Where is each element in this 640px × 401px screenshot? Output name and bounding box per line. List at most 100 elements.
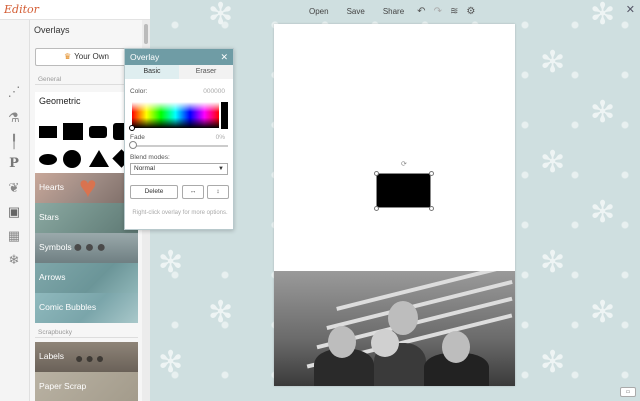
photo-person	[328, 326, 356, 358]
section-label-general: General	[38, 76, 62, 83]
open-button[interactable]: Open	[300, 5, 338, 18]
color-label: Color:	[130, 88, 148, 95]
snowflake-decoration: ✻	[590, 96, 616, 129]
fade-slider[interactable]	[132, 145, 228, 147]
layers-icon[interactable]: ≋	[446, 6, 462, 17]
fade-value: 0%	[215, 134, 225, 141]
your-own-button[interactable]: ♛ Your Own	[35, 48, 138, 66]
heart-icon: ♥	[79, 173, 97, 203]
color-spectrum-highlight	[132, 102, 219, 112]
frame-icon[interactable]: ▣	[6, 204, 22, 220]
category-paper-scrap[interactable]: Paper Scrap	[35, 372, 138, 401]
tab-eraser[interactable]: Eraser	[179, 65, 233, 79]
photo-person	[388, 301, 418, 335]
snowflake-decoration: ✻	[158, 246, 184, 279]
editing-canvas[interactable]: ⟳	[274, 24, 515, 386]
shape-rectangle[interactable]	[39, 126, 57, 138]
fade-slider-handle[interactable]	[129, 141, 137, 149]
category-label: Labels	[39, 351, 65, 361]
category-label: Stars	[39, 212, 59, 222]
panel-title: Overlays	[34, 25, 70, 35]
color-swatch[interactable]	[221, 102, 228, 129]
category-label: Symbols	[39, 242, 72, 252]
category-arrows[interactable]: Arrows	[35, 263, 138, 293]
snowflake-decoration: ✻	[208, 296, 234, 329]
resize-handle[interactable]	[374, 171, 379, 176]
overlay-dialog: Overlay ✕ Basic Eraser Color: 000000 Fad…	[124, 48, 234, 230]
gear-icon[interactable]: ⚙	[462, 6, 479, 17]
scrollbar-thumb[interactable]	[144, 24, 148, 44]
category-label: Arrows	[39, 272, 66, 282]
flip-horizontal-button[interactable]: ↔	[182, 185, 204, 199]
flask-icon[interactable]: ⚗	[6, 110, 22, 126]
nodes-icon[interactable]: ⋰	[6, 84, 22, 100]
dialog-header: Overlay ✕	[125, 49, 233, 65]
snowflake-decoration: ✻	[590, 196, 616, 229]
divider	[35, 337, 138, 338]
category-symbols[interactable]: ●●● Symbols	[35, 233, 138, 263]
dialog-title: Overlay	[130, 52, 160, 62]
blend-mode-select[interactable]: Normal ▼	[130, 163, 228, 175]
fade-label: Fade	[130, 134, 145, 141]
dialog-tabs: Basic Eraser	[125, 65, 233, 79]
close-icon[interactable]: ✕	[220, 49, 228, 65]
photo-person	[371, 329, 399, 357]
delete-button[interactable]: Delete	[130, 185, 178, 199]
resize-handle[interactable]	[429, 171, 434, 176]
texture-icon[interactable]: ▦	[6, 228, 22, 244]
save-button[interactable]: Save	[338, 5, 374, 18]
category-label: Paper Scrap	[39, 381, 87, 391]
brush-icon[interactable]: ╿	[6, 134, 22, 150]
tool-icon-column: ⋰ ⚗ ╿ P ❦ ▣ ▦ ❄	[0, 20, 30, 401]
resize-handle[interactable]	[429, 206, 434, 211]
shape-triangle[interactable]	[89, 150, 109, 167]
shape-square[interactable]	[63, 123, 83, 140]
category-stars[interactable]: Stars	[35, 203, 138, 233]
snowflake-decoration: ✻	[540, 146, 566, 179]
blend-mode-value: Normal	[134, 165, 155, 172]
divider	[35, 84, 138, 85]
category-label: Geometric	[39, 96, 81, 106]
resize-handle[interactable]	[374, 206, 379, 211]
dialog-hint: Right-click overlay for more options.	[132, 210, 228, 216]
blend-label: Blend modes:	[130, 154, 170, 161]
paw-icon[interactable]: ❦	[6, 180, 22, 196]
snowflake-decoration: ✻	[590, 296, 616, 329]
chevron-down-icon: ▼	[218, 166, 224, 172]
keys-icon: ●●●	[75, 350, 107, 366]
snowflake-decoration: ✻	[158, 346, 184, 379]
snowflake-decoration: ✻	[540, 346, 566, 379]
snowflake-icon[interactable]: ❄	[6, 252, 22, 268]
selected-overlay-rectangle[interactable]	[376, 173, 431, 208]
undo-icon[interactable]: ↶	[413, 6, 429, 17]
top-toolbar: Open Save Share ↶ ↷ ≋ ⚙	[300, 3, 479, 19]
snowflake-decoration: ✻	[590, 0, 616, 31]
rotate-handle-icon[interactable]: ⟳	[401, 160, 407, 168]
snowflake-decoration: ✻	[208, 0, 234, 31]
category-label: Hearts	[39, 182, 65, 192]
category-hearts[interactable]: ♥ Hearts	[35, 173, 138, 203]
category-labels[interactable]: ●●● Labels	[35, 342, 138, 372]
keys-icon: ●●●	[73, 239, 108, 256]
text-icon[interactable]: P	[6, 156, 22, 172]
share-button[interactable]: Share	[374, 5, 413, 18]
your-own-label: Your Own	[74, 52, 109, 61]
tab-basic[interactable]: Basic	[125, 65, 179, 79]
flip-vertical-button[interactable]: ↕	[207, 185, 229, 199]
app-logo: Editor	[4, 3, 39, 16]
color-picker-handle[interactable]	[129, 125, 135, 131]
category-label: Comic Bubbles	[39, 302, 97, 312]
close-editor-icon[interactable]: ✕	[626, 3, 635, 16]
color-value: 000000	[203, 88, 225, 95]
shape-ellipse[interactable]	[39, 154, 57, 165]
app-header: Editor	[0, 0, 150, 20]
shape-rounded-rect[interactable]	[89, 126, 107, 138]
snowflake-decoration: ✻	[540, 246, 566, 279]
photo-person	[442, 331, 470, 363]
shape-circle[interactable]	[63, 150, 81, 168]
category-comic-bubbles[interactable]: Comic Bubbles	[35, 293, 138, 323]
redo-icon[interactable]: ↷	[430, 6, 446, 17]
zoom-indicator-icon[interactable]: ▭	[620, 387, 636, 397]
section-label-scrapbucky: Scrapbucky	[38, 329, 72, 336]
crown-icon: ♛	[63, 52, 72, 61]
